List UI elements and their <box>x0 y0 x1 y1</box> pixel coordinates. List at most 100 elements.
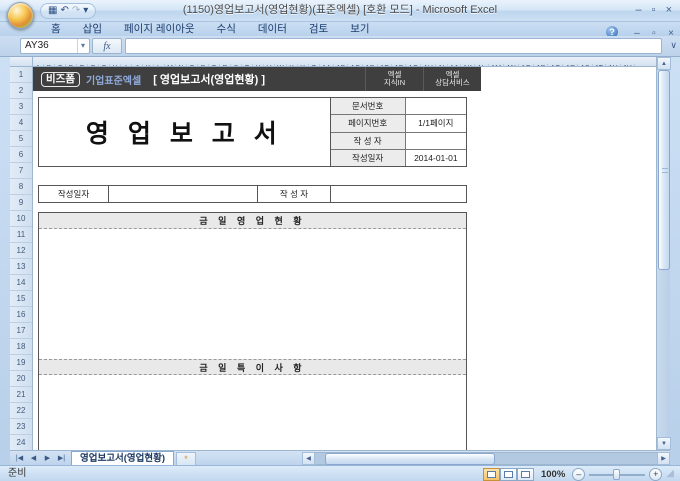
row-header[interactable]: 22 <box>10 403 32 419</box>
name-box[interactable]: AY36 ▾ <box>20 38 90 54</box>
scroll-left-icon[interactable]: ◀ <box>302 452 315 465</box>
field-date-label: 작성일자 <box>39 186 109 202</box>
info-label: 페이지번호 <box>330 115 406 132</box>
info-value[interactable] <box>406 98 466 114</box>
row-header[interactable]: 18 <box>10 339 32 355</box>
row-header[interactable]: 9 <box>10 195 32 211</box>
vendor-banner: 비즈폼 기업표준엑셀 [ 영업보고서(영업현황) ] 엑셀 지식IN 엑셀 상담… <box>33 67 481 91</box>
report-body-box: 금 일 영 업 현 황 금 일 특 이 사 항 <box>38 212 467 450</box>
column-headers: ABCDEFGHIJKLMNOPQRSTUVWXYZAAABACADAEAFAG… <box>33 57 656 67</box>
row-header[interactable]: 13 <box>10 259 32 275</box>
prev-sheet-icon[interactable]: ◀ <box>27 452 40 465</box>
window-title: (1150)영업보고서(영업현황)(표준엑셀) [호환 모드] - Micros… <box>182 4 498 16</box>
row-header[interactable]: 5 <box>10 131 32 147</box>
formula-bar: AY36 ▾ fx ∨ <box>0 36 680 57</box>
horizontal-scrollbar[interactable]: ◀ ▶ <box>302 452 670 465</box>
zoom-slider[interactable] <box>589 468 646 481</box>
row-header[interactable]: 7 <box>10 163 32 179</box>
vertical-scrollbar[interactable]: ▲ ▼ <box>656 57 671 450</box>
ribbon-tab[interactable]: 데이터 <box>247 22 298 36</box>
scroll-down-icon[interactable]: ▼ <box>657 437 671 450</box>
qat-customize-icon[interactable]: ▾ <box>83 4 88 18</box>
ribbon-tab[interactable]: 페이지 레이아웃 <box>113 22 206 36</box>
last-sheet-icon[interactable]: ▶| <box>55 452 68 465</box>
vertical-scrollbar-thumb[interactable] <box>658 70 670 270</box>
title-bar: (1150)영업보고서(영업현황)(표준엑셀) [호환 모드] - Micros… <box>0 0 680 22</box>
field-date-input[interactable] <box>109 186 258 202</box>
info-value[interactable]: 1/1페이지 <box>406 115 466 131</box>
redo-icon[interactable]: ↷ <box>72 4 80 18</box>
document-header: 영 업 보 고 서 문서번호 페이지번호 1/1페이지 작 성 자 작성일자 2… <box>38 97 467 167</box>
cell-grid[interactable]: 비즈폼 기업표준엑셀 [ 영업보고서(영업현황) ] 엑셀 지식IN 엑셀 상담… <box>33 67 656 450</box>
row-header[interactable]: 20 <box>10 371 32 387</box>
minimize-icon[interactable]: – <box>636 3 642 17</box>
ribbon-tab-row: 홈 삽입 페이지 레이아웃 수식 데이터 검토 보기 ? – ▫ × <box>0 22 680 39</box>
ribbon-tab[interactable]: 삽입 <box>72 22 113 36</box>
row-header[interactable]: 6 <box>10 147 32 163</box>
quick-access-toolbar: ▦ ↶ ↷ ▾ <box>40 3 97 19</box>
info-value[interactable] <box>406 133 466 149</box>
close-icon[interactable]: × <box>666 3 672 17</box>
row-header[interactable]: 23 <box>10 419 32 435</box>
select-all-corner[interactable] <box>10 57 33 67</box>
insert-worksheet-icon[interactable]: * <box>176 451 196 465</box>
row-header[interactable]: 2 <box>10 83 32 99</box>
first-sheet-icon[interactable]: |◀ <box>13 452 26 465</box>
excel-knowledge-button[interactable]: 엑셀 지식IN <box>365 67 423 91</box>
row-header[interactable]: 24 <box>10 435 32 450</box>
sheet-tab-bar: |◀ ◀ ▶ ▶| 영업보고서(영업현황) * ◀ ▶ <box>10 450 670 465</box>
ribbon-tab[interactable]: 검토 <box>298 22 339 36</box>
zoom-in-icon[interactable]: + <box>649 467 663 481</box>
info-row: 작성일자 2014-01-01 <box>330 149 466 166</box>
field-writer-input[interactable] <box>331 186 466 202</box>
normal-view-icon[interactable] <box>482 467 500 481</box>
ribbon-tab[interactable]: 홈 <box>40 22 72 36</box>
scroll-up-icon[interactable]: ▲ <box>657 57 671 70</box>
row-header[interactable]: 21 <box>10 387 32 403</box>
sheet-tab-active[interactable]: 영업보고서(영업현황) <box>71 451 174 465</box>
info-label: 작성일자 <box>330 149 406 166</box>
page-layout-view-icon[interactable] <box>499 467 517 481</box>
excel-support-button[interactable]: 엑셀 상담서비스 <box>423 67 481 91</box>
info-row: 작 성 자 <box>330 132 466 150</box>
insert-function-button[interactable]: fx <box>92 38 122 54</box>
row-header[interactable]: 15 <box>10 291 32 307</box>
zoom-level[interactable]: 100% <box>541 469 565 480</box>
row-header[interactable]: 10 <box>10 211 32 227</box>
page-break-view-icon[interactable] <box>516 467 534 481</box>
info-value[interactable]: 2014-01-01 <box>406 150 466 166</box>
horizontal-scrollbar-thumb[interactable] <box>325 453 495 465</box>
horizontal-scrollbar-track[interactable] <box>315 452 657 465</box>
row-header[interactable]: 12 <box>10 243 32 259</box>
section-header-sales-status: 금 일 영 업 현 황 <box>39 213 466 229</box>
row-header[interactable]: 16 <box>10 307 32 323</box>
office-button[interactable] <box>7 2 34 29</box>
row-header[interactable]: 8 <box>10 179 32 195</box>
row-header[interactable]: 19 <box>10 355 32 371</box>
document-info-table: 문서번호 페이지번호 1/1페이지 작 성 자 작성일자 2014-01-01 <box>329 98 466 166</box>
row-header[interactable]: 14 <box>10 275 32 291</box>
next-sheet-icon[interactable]: ▶ <box>41 452 54 465</box>
row-header[interactable]: 17 <box>10 323 32 339</box>
save-icon[interactable]: ▦ <box>48 4 57 18</box>
scroll-right-icon[interactable]: ▶ <box>657 452 670 465</box>
row-header[interactable]: 3 <box>10 99 32 115</box>
row-header[interactable]: 11 <box>10 227 32 243</box>
sheet-nav-buttons: |◀ ◀ ▶ ▶| <box>10 452 71 465</box>
status-ready-text: 준비 <box>8 468 27 479</box>
row-header[interactable]: 1 <box>10 67 32 83</box>
name-box-dropdown-icon[interactable]: ▾ <box>76 39 85 53</box>
info-row: 페이지번호 1/1페이지 <box>330 115 466 133</box>
row-header[interactable]: 4 <box>10 115 32 131</box>
zoom-out-icon[interactable]: – <box>572 467 586 481</box>
ribbon-tab[interactable]: 수식 <box>206 22 247 36</box>
undo-icon[interactable]: ↶ <box>60 4 68 18</box>
info-label: 문서번호 <box>330 98 406 115</box>
expand-formula-bar-icon[interactable]: ∨ <box>670 40 677 51</box>
restore-icon[interactable]: ▫ <box>652 3 656 17</box>
zoom-slider-thumb[interactable] <box>613 468 621 480</box>
ribbon-tab[interactable]: 보기 <box>339 22 380 36</box>
view-shortcut-buttons <box>482 467 534 481</box>
formula-input[interactable] <box>125 38 662 54</box>
ribbon-tabs: 홈 삽입 페이지 레이아웃 수식 데이터 검토 보기 <box>40 22 381 36</box>
